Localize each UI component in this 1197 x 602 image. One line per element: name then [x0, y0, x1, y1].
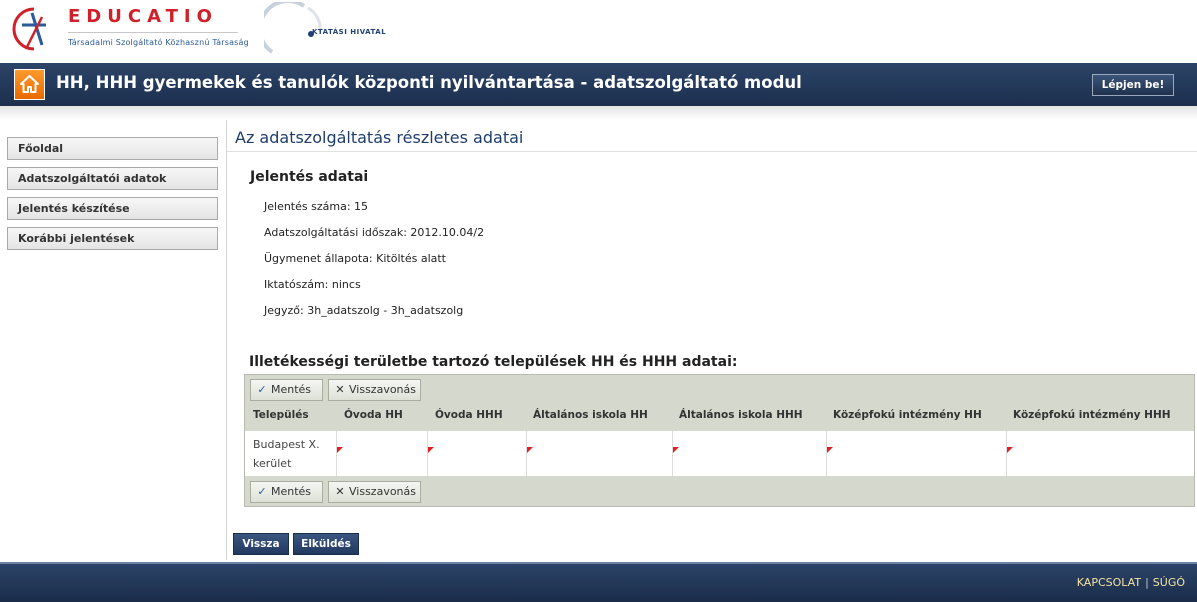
town-name: Budapest X.: [253, 438, 320, 451]
login-button[interactable]: Lépjen be!: [1092, 74, 1174, 96]
field-label: Iktatószám:: [264, 278, 329, 291]
footer-links: KAPCSOLAT | SÚGÓ: [1077, 576, 1185, 589]
cell-altisk-hhh[interactable]: [672, 431, 826, 476]
close-icon: ✕: [335, 485, 345, 498]
cell-ovoda-hh[interactable]: [336, 431, 427, 476]
divider: [226, 120, 227, 560]
sidebar-item-create-report[interactable]: Jelentés készítése: [7, 197, 218, 220]
modified-flag-icon: [1007, 447, 1013, 453]
save-button-bottom[interactable]: ✓ Mentés: [250, 481, 323, 503]
cell-ovoda-hhh[interactable]: [427, 431, 526, 476]
table-row: Budapest X. kerület: [245, 431, 1194, 476]
column-header-town[interactable]: Település: [253, 409, 309, 421]
field-value: Kitöltés alatt: [376, 252, 446, 265]
header-bar: HH, HHH gyermekek és tanulók központi ny…: [0, 63, 1197, 106]
column-header-altisk-hhh[interactable]: Általános iskola HHH: [679, 409, 803, 421]
close-icon: ✕: [335, 383, 345, 396]
modified-flag-icon: [527, 447, 533, 453]
section-title: Jelentés adatai: [250, 169, 369, 185]
footer-separator: |: [1145, 576, 1149, 589]
help-link[interactable]: SÚGÓ: [1153, 576, 1185, 589]
revert-button-top[interactable]: ✕ Visszavonás: [328, 379, 421, 401]
save-button-top[interactable]: ✓ Mentés: [250, 379, 323, 401]
home-icon: [20, 75, 39, 93]
revert-label: Visszavonás: [349, 383, 416, 396]
cell-altisk-hh[interactable]: [526, 431, 672, 476]
sidebar-item-previous-reports[interactable]: Korábbi jelentések: [7, 227, 218, 250]
grid-title: Illetékességi területbe tartozó települé…: [249, 354, 738, 370]
modified-flag-icon: [673, 447, 679, 453]
town-cell: Budapest X. kerület: [253, 435, 333, 473]
save-label: Mentés: [271, 485, 312, 498]
sidebar-item-provider-data[interactable]: Adatszolgáltatói adatok: [7, 167, 218, 190]
save-label: Mentés: [271, 383, 312, 396]
field-label: Ügymenet állapota:: [264, 252, 373, 265]
cell-kozep-hh[interactable]: [826, 431, 1006, 476]
field-status: Ügymenet állapota: Kitöltés alatt: [264, 252, 446, 265]
column-header-ovoda-hhh[interactable]: Óvoda HHH: [435, 409, 503, 421]
check-icon: ✓: [257, 485, 267, 498]
column-header-ovoda-hh[interactable]: Óvoda HH: [344, 409, 403, 421]
revert-button-bottom[interactable]: ✕ Visszavonás: [328, 481, 421, 503]
town-name-continued: kerület: [253, 457, 292, 470]
field-value: nincs: [331, 278, 361, 291]
educatio-title: EDUCATIO: [68, 6, 218, 27]
field-value: 3h_adatszolg - 3h_adatszolg: [307, 304, 464, 317]
field-label: Adatszolgáltatási időszak:: [264, 226, 407, 239]
field-value: 2012.10.04/2: [410, 226, 485, 239]
divider: [68, 32, 238, 33]
educatio-logo-icon: [12, 7, 46, 51]
column-header-kozep-hhh[interactable]: Középfokú intézmény HHH: [1013, 409, 1171, 421]
field-report-number: Jelentés száma: 15: [264, 200, 368, 213]
revert-label: Visszavonás: [349, 485, 416, 498]
column-header-altisk-hh[interactable]: Általános iskola HH: [533, 409, 648, 421]
field-period: Adatszolgáltatási időszak: 2012.10.04/2: [264, 226, 484, 239]
field-label: Jegyző:: [264, 304, 304, 317]
contact-link[interactable]: KAPCSOLAT: [1077, 576, 1141, 589]
page-title: Az adatszolgáltatás részletes adatai: [235, 128, 524, 147]
oktatasi-hivatal-text: KTATÁSI HIVATAL: [312, 28, 387, 36]
sidebar-item-home[interactable]: Főoldal: [7, 137, 218, 160]
field-label: Jelentés száma:: [264, 200, 351, 213]
send-button[interactable]: Elküldés: [293, 533, 359, 555]
modified-flag-icon: [337, 447, 343, 453]
divider: [227, 151, 1197, 152]
app-title: HH, HHH gyermekek és tanulók központi ny…: [56, 73, 802, 92]
field-filing-number: Iktatószám: nincs: [264, 278, 361, 291]
home-button[interactable]: [14, 69, 45, 100]
footer: KAPCSOLAT | SÚGÓ: [0, 562, 1197, 602]
check-icon: ✓: [257, 383, 267, 396]
modified-flag-icon: [428, 447, 434, 453]
header-shadow: [0, 106, 1197, 120]
field-notary: Jegyző: 3h_adatszolg - 3h_adatszolg: [264, 304, 463, 317]
column-header-kozep-hh[interactable]: Középfokú intézmény HH: [833, 409, 982, 421]
field-value: 15: [354, 200, 369, 213]
back-button[interactable]: Vissza: [233, 533, 289, 555]
modified-flag-icon: [827, 447, 833, 453]
educatio-subtitle: Társadalmi Szolgáltató Közhasznú Társasá…: [68, 38, 249, 47]
logo-strip: EDUCATIO Társadalmi Szolgáltató Közhaszn…: [0, 0, 1197, 63]
cell-kozep-hhh[interactable]: [1006, 431, 1194, 476]
